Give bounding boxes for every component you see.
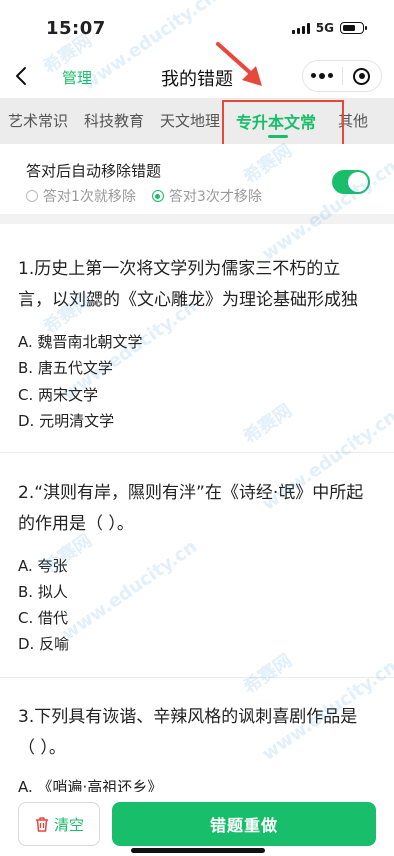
nav-bar: 管理 我的错题 — [0, 56, 394, 98]
remove-rule-options: 答对1次就移除 答对3次才移除 — [26, 186, 262, 206]
close-miniprogram-button[interactable] — [343, 61, 382, 91]
clear-label: 清空 — [53, 815, 84, 834]
question-2-option-d[interactable]: D. 反喻 — [18, 633, 69, 654]
question-separator — [0, 677, 394, 678]
section-divider — [0, 214, 394, 224]
status-bar: 15:07 5G — [0, 0, 394, 56]
trash-icon — [35, 816, 48, 832]
watermark-logo: 希赛网 — [239, 650, 297, 699]
miniprogram-capsule — [302, 60, 382, 92]
settings-title: 答对后自动移除错题 — [26, 162, 162, 180]
question-1-stem: 1.历史上第一次将文学列为儒家三不朽的立言，以刘勰的《文心雕龙》为理论基础形成独 — [18, 259, 358, 310]
clear-button[interactable]: 清空 — [18, 802, 100, 846]
radio-once[interactable] — [26, 190, 38, 202]
more-dots-icon — [311, 73, 334, 79]
watermark-logo: 希赛网 — [239, 400, 297, 449]
auto-remove-toggle[interactable] — [332, 170, 370, 194]
question-2-option-a[interactable]: A. 夸张 — [18, 555, 68, 576]
annotation-arrow-icon — [216, 42, 262, 86]
battery-icon — [340, 22, 367, 34]
radio-three-times[interactable] — [151, 190, 164, 202]
question-1-option-a[interactable]: A. 魏晋南北朝文学 — [18, 331, 143, 352]
question-3-stem: 3.下列具有诙谐、辛辣风格的讽刺喜剧作品是（ ）。 — [18, 707, 358, 758]
signal-icon — [291, 22, 310, 34]
more-button[interactable] — [303, 61, 342, 91]
network-label: 5G — [315, 21, 334, 35]
home-indicator — [131, 848, 265, 853]
bottom-action-bar: 清空 错题重做 — [0, 792, 394, 856]
status-time: 15:07 — [46, 17, 106, 39]
auto-remove-settings: 答对后自动移除错题 答对1次就移除 答对3次才移除 — [0, 144, 394, 214]
redo-wrong-questions-button[interactable]: 错题重做 — [112, 802, 376, 846]
question-1-option-d[interactable]: D. 元明清文学 — [18, 410, 114, 431]
question-separator — [0, 452, 394, 453]
target-icon — [353, 67, 371, 85]
radio-three-times-label[interactable]: 答对3次才移除 — [169, 186, 262, 206]
question-2-stem: 2.“淇则有岸，隰则有泮”在《诗经·氓》中所起的作用是（ ）。 — [18, 483, 364, 534]
status-indicators: 5G — [291, 21, 367, 35]
question-2-option-c[interactable]: C. 借代 — [18, 607, 68, 628]
radio-once-label[interactable]: 答对1次就移除 — [43, 186, 136, 206]
question-1-option-b[interactable]: B. 唐五代文学 — [18, 357, 113, 378]
tab-tech-education[interactable]: 科技教育 — [84, 110, 144, 131]
watermark-url: www.educity.cn — [58, 536, 201, 645]
tab-astronomy-geography[interactable]: 天文地理 — [160, 110, 220, 131]
question-1-option-c[interactable]: C. 两宋文学 — [18, 384, 98, 405]
tab-art[interactable]: 艺术常识 — [8, 110, 68, 131]
question-2-option-b[interactable]: B. 拟人 — [18, 581, 68, 602]
